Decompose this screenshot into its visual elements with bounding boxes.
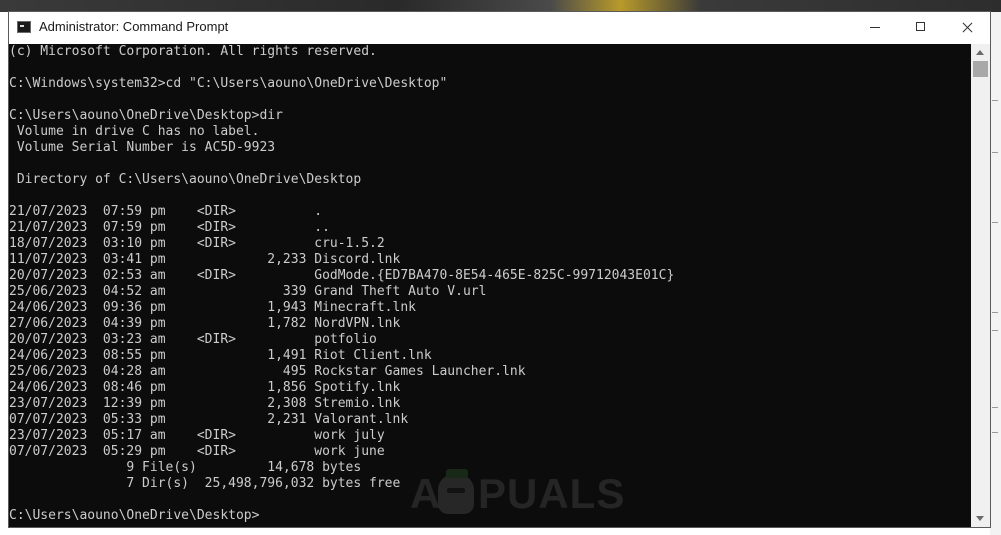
title-bar[interactable]: Administrator: Command Prompt (9, 12, 990, 44)
vertical-scrollbar[interactable] (971, 44, 990, 527)
console-line: 24/06/2023 08:46 pm 1,856 Spotify.lnk (9, 380, 401, 395)
console-line: 23/07/2023 05:17 am <DIR> work july (9, 428, 385, 443)
console-line: 07/07/2023 05:29 pm <DIR> work june (9, 444, 385, 459)
console-line: 24/06/2023 09:36 pm 1,943 Minecraft.lnk (9, 300, 416, 315)
console-line: Volume Serial Number is AC5D-9923 (9, 140, 276, 155)
console-line: C:\Windows\system32>cd "C:\Users\aouno\O… (9, 76, 448, 91)
console-line: 07/07/2023 05:33 pm 2,231 Valorant.lnk (9, 412, 409, 427)
console-line: 25/06/2023 04:28 am 495 Rockstar Games L… (9, 364, 526, 379)
console-line: 21/07/2023 07:59 pm <DIR> .. (9, 220, 330, 235)
minimize-button[interactable] (852, 12, 898, 44)
console-line: (c) Microsoft Corporation. All rights re… (9, 44, 377, 59)
close-button[interactable] (944, 12, 990, 44)
watermark-text-start: A (410, 470, 442, 517)
console-line: 11/07/2023 03:41 pm 2,233 Discord.lnk (9, 252, 401, 267)
console-line: Volume in drive C has no label. (9, 124, 260, 139)
watermark-text-end: PUALS (478, 470, 626, 517)
desktop-background (0, 0, 1001, 12)
scroll-up-arrow-icon[interactable] (971, 44, 990, 61)
console-line: 18/07/2023 03:10 pm <DIR> cru-1.5.2 (9, 236, 385, 251)
window-title: Administrator: Command Prompt (39, 19, 229, 34)
console-line: 25/06/2023 04:52 am 339 Grand Theft Auto… (9, 284, 487, 299)
command-prompt-icon[interactable] (17, 21, 31, 33)
scrollbar-thumb[interactable] (973, 61, 988, 77)
console-output[interactable]: (c) Microsoft Corporation. All rights re… (9, 44, 971, 527)
mascot-icon (438, 469, 474, 514)
console-line: 24/06/2023 08:55 pm 1,491 Riot Client.ln… (9, 348, 432, 363)
console-line: 23/07/2023 12:39 pm 2,308 Stremio.lnk (9, 396, 401, 411)
command-prompt-window: Administrator: Command Prompt (c) Micros… (9, 12, 990, 527)
console-line: 21/07/2023 07:59 pm <DIR> . (9, 204, 323, 219)
console-line: 20/07/2023 03:23 am <DIR> potfolio (9, 332, 377, 347)
maximize-button[interactable] (898, 12, 944, 44)
appuals-watermark-logo: A PUALS (410, 469, 630, 520)
console-line: C:\Users\aouno\OneDrive\Desktop>dir (9, 108, 283, 123)
background-window-edge (990, 12, 1001, 535)
console-line: 27/06/2023 04:39 pm 1,782 NordVPN.lnk (9, 316, 401, 331)
console-line: Directory of C:\Users\aouno\OneDrive\Des… (9, 172, 362, 187)
console-line: 20/07/2023 02:53 am <DIR> GodMode.{ED7BA… (9, 268, 675, 283)
scroll-down-arrow-icon[interactable] (971, 510, 990, 527)
